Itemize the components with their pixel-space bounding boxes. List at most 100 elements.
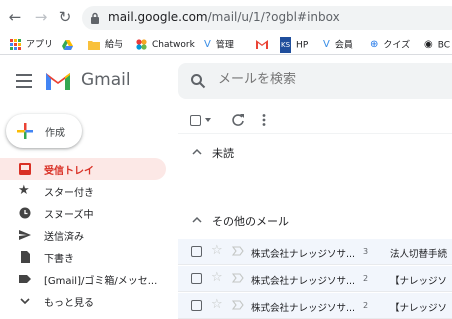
gmail-logo[interactable] <box>44 69 72 91</box>
bookmark-quiz[interactable]: ⊕ クイズ <box>370 37 410 53</box>
compose-button[interactable]: 作成 <box>6 114 82 148</box>
sidebar-item-label: 送信済み <box>44 232 84 243</box>
sidebar-item-label: [Gmail]/ゴミ箱/メッセ... <box>44 276 158 287</box>
more-options-icon[interactable] <box>262 113 266 127</box>
section-title: その他のメール <box>212 215 289 228</box>
folder-icon <box>88 40 100 50</box>
bookmark-hp[interactable]: KS HP <box>280 37 308 53</box>
sidebar-item-snoozed[interactable]: スヌーズ中 <box>0 202 166 224</box>
mail-list-area: 未読 その他のメール ☆ 株式会社ナレッジソサ... 3 法人切替手続 ☆ 株式… <box>178 108 452 319</box>
sidebar-item-label: 下書き <box>44 254 74 265</box>
bookmark-label: クイズ <box>383 40 411 51</box>
star-toggle-icon[interactable]: ☆ <box>211 298 223 312</box>
section-unread[interactable]: 未読 <box>178 141 452 165</box>
email-subject: 法人切替手続 <box>390 249 448 260</box>
url-text: mail.google.com/mail/u/1/?ogbl#inbox <box>108 10 340 24</box>
label-icon <box>19 275 31 283</box>
section-title: 未読 <box>212 147 234 160</box>
lock-icon <box>91 12 99 24</box>
hamburger-menu-icon[interactable] <box>16 74 32 88</box>
chevron-up-icon <box>192 148 202 155</box>
star-toggle-icon[interactable]: ☆ <box>211 271 223 285</box>
sidebar-item-starred[interactable]: ★ スター付き <box>0 180 166 202</box>
chatwork-icon <box>136 39 147 50</box>
bookmark-gmail[interactable] <box>256 37 273 53</box>
bookmark-admin[interactable]: V 管理 <box>204 37 234 53</box>
importance-marker-icon[interactable] <box>232 299 244 311</box>
email-row[interactable]: ☆ 株式会社ナレッジソサ... 2 【ナレッジソ <box>178 293 452 319</box>
thread-count: 2 <box>363 301 369 310</box>
bookmark-apps[interactable]: アプリ <box>10 37 53 53</box>
sidebar-item-drafts[interactable]: 下書き <box>0 246 166 268</box>
clock-icon <box>19 207 31 219</box>
bookmark-label: 管理 <box>215 40 234 51</box>
forward-icon[interactable]: → <box>32 8 50 26</box>
back-icon[interactable]: ← <box>6 8 24 26</box>
address-bar[interactable]: mail.google.com/mail/u/1/?ogbl#inbox <box>82 6 452 30</box>
bookmark-salary[interactable]: 給与 <box>88 37 123 53</box>
bookmark-label: BC <box>437 40 451 51</box>
select-all-checkbox[interactable] <box>190 115 201 126</box>
email-subject: 【ナレッジソ <box>390 303 448 314</box>
email-sender: 株式会社ナレッジソサ... <box>251 303 356 314</box>
search-icon[interactable] <box>190 73 206 89</box>
sidebar-item-sent[interactable]: 送信済み <box>0 224 166 246</box>
bookmark-drive[interactable] <box>62 37 78 53</box>
chevron-up-icon <box>192 216 202 223</box>
select-dropdown-icon[interactable] <box>205 118 211 123</box>
bookmark-bc[interactable]: ◉ BC <box>424 37 450 53</box>
row-checkbox[interactable] <box>191 246 202 257</box>
importance-marker-icon[interactable] <box>232 245 244 257</box>
bookmark-label: Chatwork <box>152 40 195 50</box>
thread-count: 3 <box>363 247 369 256</box>
inbox-icon <box>19 163 31 175</box>
ks-logo-icon: KS <box>280 37 292 53</box>
sidebar-item-inbox[interactable]: 受信トレイ <box>0 158 166 180</box>
chevron-down-icon <box>20 298 30 305</box>
importance-marker-icon[interactable] <box>232 272 244 284</box>
sidebar: 作成 受信トレイ ★ スター付き スヌーズ中 送信済み 下書き [Gmail]/… <box>0 108 170 317</box>
bookmark-label: アプリ <box>26 40 54 50</box>
row-checkbox[interactable] <box>191 300 202 311</box>
url-path: /mail/u/1/?ogbl#inbox <box>207 10 340 24</box>
plus-icon <box>17 123 33 139</box>
sidebar-item-trash-label[interactable]: [Gmail]/ゴミ箱/メッセ... <box>0 268 166 290</box>
gmail-header: Gmail <box>0 56 452 108</box>
sidebar-item-label: スヌーズ中 <box>44 210 94 221</box>
send-icon <box>19 230 31 240</box>
section-other[interactable]: その他のメール <box>178 209 452 233</box>
sidebar-item-label: もっと見る <box>44 298 94 309</box>
star-toggle-icon[interactable]: ☆ <box>211 244 223 258</box>
email-sender: 株式会社ナレッジソサ... <box>251 276 356 287</box>
thread-count: 2 <box>363 274 369 283</box>
draft-icon <box>21 251 30 263</box>
reload-icon[interactable]: ↻ <box>56 8 74 26</box>
compose-label: 作成 <box>45 128 65 139</box>
email-row[interactable]: ☆ 株式会社ナレッジソサ... 3 法人切替手続 <box>178 239 452 265</box>
sidebar-item-more[interactable]: もっと見る <box>0 290 166 312</box>
row-checkbox[interactable] <box>191 273 202 284</box>
email-sender: 株式会社ナレッジソサ... <box>251 249 356 260</box>
refresh-icon[interactable] <box>231 113 245 127</box>
bookmark-chatwork[interactable]: Chatwork <box>136 37 195 53</box>
search-bar[interactable] <box>178 63 452 99</box>
v-logo-icon: V <box>323 39 330 50</box>
gmail-wordmark: Gmail <box>81 70 131 90</box>
v-logo-icon: V <box>204 39 211 50</box>
email-subject: 【ナレッジソ <box>390 276 448 287</box>
browser-toolbar: ← → ↻ mail.google.com/mail/u/1/?ogbl#inb… <box>0 0 452 35</box>
star-icon: ★ <box>18 183 30 198</box>
gmail-icon <box>256 40 268 49</box>
bookmarks-bar: アプリ 給与 Chatwork V 管理 KS HP V 会員 ⊕ クイズ ◉ BC <box>0 35 452 55</box>
apps-grid-icon <box>10 39 21 50</box>
url-host: mail.google.com <box>108 10 208 24</box>
bookmark-label: HP <box>296 40 309 51</box>
bookmark-members[interactable]: V 会員 <box>323 37 353 53</box>
bookmark-label: 給与 <box>105 40 124 50</box>
email-row[interactable]: ☆ 株式会社ナレッジソサ... 2 【ナレッジソ <box>178 266 452 292</box>
search-input[interactable] <box>218 72 448 87</box>
sidebar-item-label: スター付き <box>44 188 94 199</box>
quiz-icon: ⊕ <box>370 39 379 50</box>
drive-icon <box>62 39 73 50</box>
list-toolbar <box>178 108 452 134</box>
